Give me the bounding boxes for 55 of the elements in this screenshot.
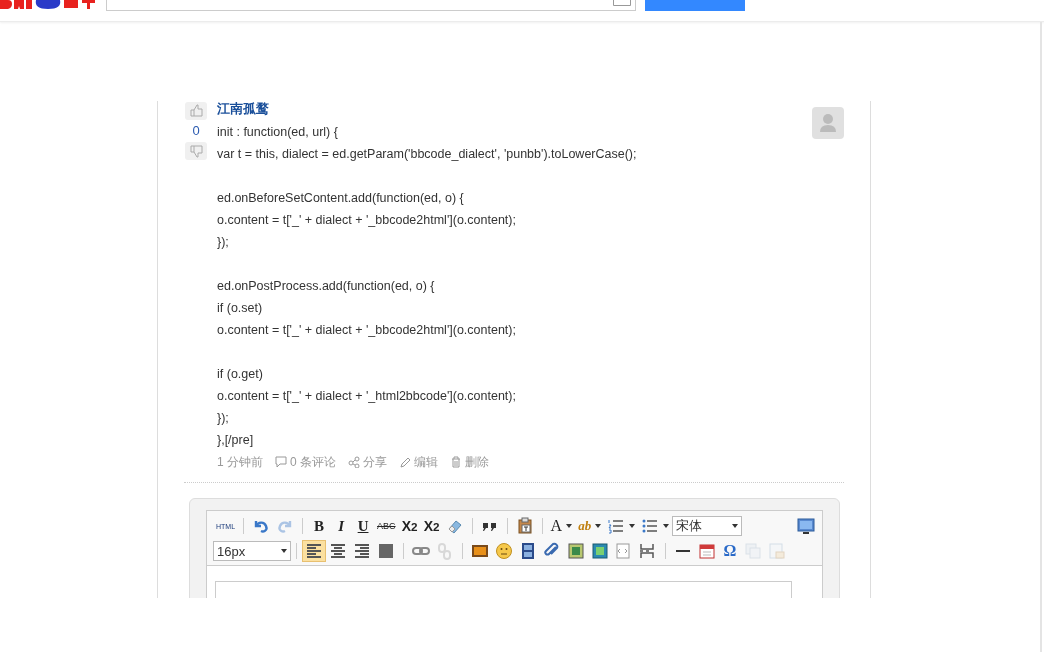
page-break-icon <box>639 542 657 560</box>
align-center-icon <box>329 542 347 560</box>
font-select[interactable]: 宋体 <box>672 516 743 536</box>
fullscreen-icon <box>797 517 815 535</box>
code-line: if (o.set) <box>217 300 264 317</box>
thumbs-up-icon[interactable] <box>185 102 207 120</box>
emoji-icon <box>495 542 513 560</box>
underline-button[interactable]: U <box>352 515 375 537</box>
calendar-icon <box>698 542 716 560</box>
gallery-icon <box>567 542 585 560</box>
code-line: ed.onPostProcess.add(function(ed, o) { <box>217 278 436 295</box>
author-name[interactable]: 江南孤鹜 <box>217 101 269 117</box>
justify-icon <box>377 542 395 560</box>
code-line: }); <box>217 234 230 251</box>
bullet-list-icon <box>641 517 660 535</box>
trash-icon[interactable] <box>450 456 463 468</box>
image-upload-icon <box>744 542 762 560</box>
code-line: if (o.get) <box>217 366 264 383</box>
special-character-button[interactable]: Ω <box>719 540 741 562</box>
image-icon <box>471 542 489 560</box>
italic-button[interactable]: I <box>330 515 353 537</box>
code-line: }); <box>217 410 230 427</box>
share-icon[interactable] <box>348 456 361 468</box>
font-color-button[interactable]: A <box>547 515 576 537</box>
code-line: o.content = t['_' + dialect + '_bbcode2html'](o.content); <box>217 322 517 339</box>
code-line: var t = this, dialect = ed.getParam('bbcode_dialect', 'punbb').toLowerCase(); <box>217 146 638 163</box>
search-field[interactable] <box>106 0 636 11</box>
align-right-icon <box>353 542 371 560</box>
code-line: },[/pre] <box>217 432 255 449</box>
code-line: o.content = t['_' + dialect + '_bbcode2html'](o.content); <box>217 212 517 229</box>
timestamp: 1 分钟前 <box>217 454 263 470</box>
ordered-list-icon <box>607 517 626 535</box>
logo-icon <box>0 0 95 9</box>
align-left-icon <box>305 542 323 560</box>
camera-icon[interactable] <box>613 0 631 6</box>
thumbs-down-icon[interactable] <box>185 142 207 160</box>
video-icon <box>519 542 537 560</box>
code-line: init : function(ed, url) { <box>217 124 339 141</box>
avatar-icon <box>812 107 844 139</box>
strikethrough-button[interactable]: ABC <box>374 515 399 537</box>
align-left-button[interactable] <box>302 540 326 562</box>
code-line: ed.onBeforeSetContent.add(function(ed, o) { <box>217 190 465 207</box>
picture-icon <box>591 542 609 560</box>
comment-icon[interactable] <box>275 456 287 468</box>
unlink-icon <box>436 542 454 560</box>
paste-icon <box>515 517 534 535</box>
document-icon <box>768 542 786 560</box>
vote-count: 0 <box>192 122 200 140</box>
horizontal-rule-icon <box>674 550 692 552</box>
fullscreen-button[interactable] <box>794 515 818 537</box>
pencil-icon[interactable] <box>399 456 412 468</box>
template-icon <box>615 542 633 560</box>
font-select[interactable]: 16px <box>213 541 291 561</box>
code-line: o.content = t['_' + dialect + '_html2bbcode'](o.content); <box>217 388 517 405</box>
bold-button[interactable]: B <box>308 515 331 537</box>
